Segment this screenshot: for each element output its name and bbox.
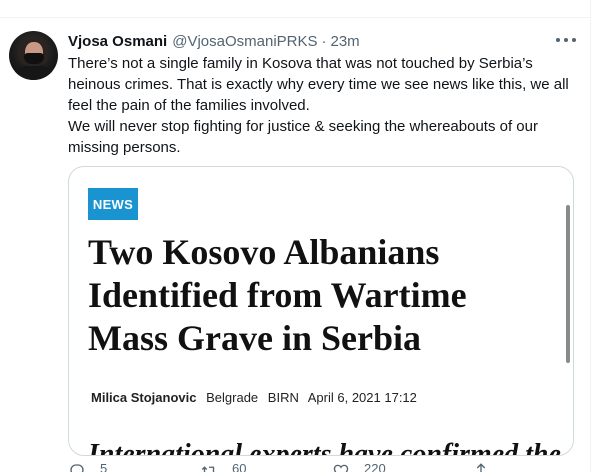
article-outlet: BIRN (267, 390, 299, 405)
avatar[interactable] (9, 31, 58, 80)
reply-button[interactable]: 5 (68, 462, 107, 472)
retweet-button[interactable]: 60 (200, 462, 246, 472)
share-icon (472, 462, 490, 472)
tweet-text-line: There’s not a single family in Kosova th… (68, 55, 533, 72)
tweet-text-line: We will never stop fighting for justice … (68, 118, 538, 135)
retweet-icon (200, 462, 218, 472)
image-scrollbar (566, 205, 570, 363)
avatar-shoulders (13, 65, 55, 80)
tweet-text: There’s not a single family in Kosova th… (68, 53, 584, 158)
headline-line: Two Kosovo Albanians (88, 232, 440, 272)
article-location: Belgrade (206, 390, 259, 405)
article-byline: Milica Stojanovic Belgrade BIRN April 6,… (91, 390, 423, 405)
article-headline: Two Kosovo Albanians Identified from War… (88, 231, 548, 360)
like-count: 220 (364, 461, 386, 472)
headline-line: Mass Grave in Serbia (88, 318, 421, 358)
author-handle[interactable]: @VjosaOsmaniPRKS (172, 33, 317, 50)
more-horizontal-icon[interactable] (556, 32, 576, 48)
timeline-border (590, 0, 591, 472)
headline-line: Identified from Wartime (88, 275, 467, 315)
article-date: April 6, 2021 17:12 (307, 390, 417, 405)
tweet-actions: 5 60 220 (68, 462, 538, 472)
like-button[interactable]: 220 (332, 462, 386, 472)
reply-count: 5 (100, 461, 108, 472)
share-button[interactable] (472, 462, 490, 472)
tweet-text-line: missing persons. (68, 139, 181, 156)
retweet-count: 60 (232, 461, 247, 472)
author-name[interactable]: Vjosa Osmani (68, 33, 167, 50)
timeline-divider (0, 17, 590, 18)
tweet-header: Vjosa Osmani @VjosaOsmaniPRKS · 23m (68, 31, 360, 51)
article-body-preview: International experts have confirmed the (88, 439, 561, 456)
avatar-mask (24, 53, 44, 64)
reply-icon (68, 462, 86, 472)
heart-icon (332, 462, 350, 472)
tweet-text-line: feel the pain of the families involved. (68, 97, 310, 114)
news-badge: NEWS (88, 188, 138, 220)
separator-dot: · (321, 32, 327, 50)
media-card[interactable]: NEWS Two Kosovo Albanians Identified fro… (68, 166, 574, 456)
tweet-timestamp[interactable]: 23m (331, 33, 360, 50)
article-author: Milica Stojanovic (91, 390, 197, 405)
tweet-text-line: heinous crimes. That is exactly why ever… (68, 76, 569, 93)
